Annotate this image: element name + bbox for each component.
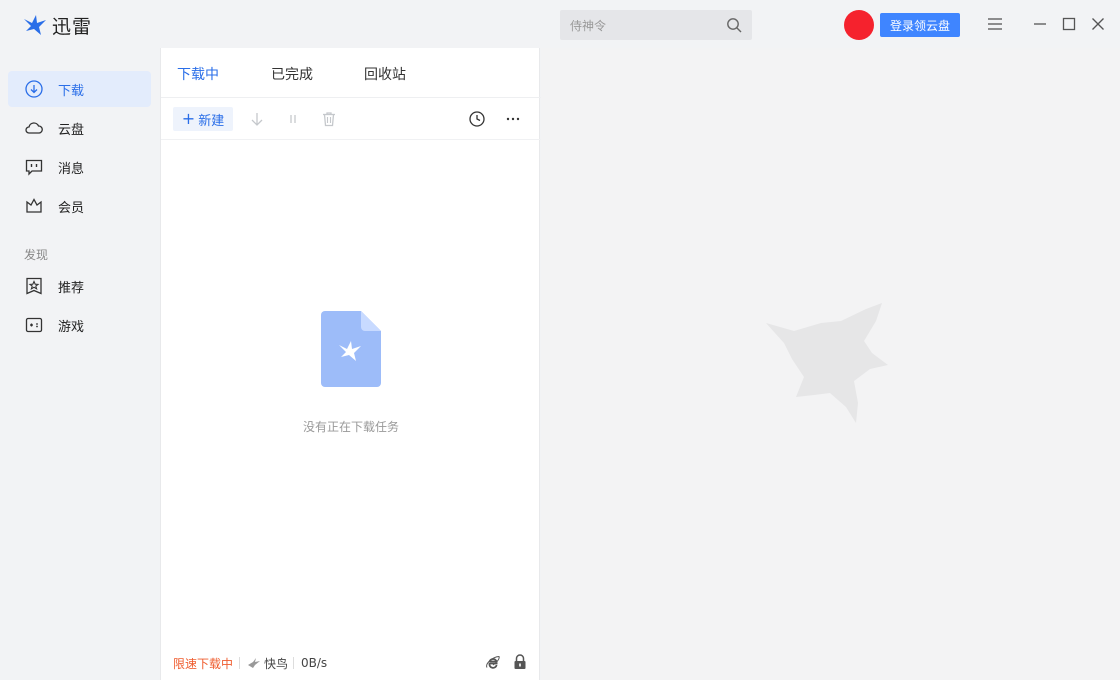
trash-icon[interactable] xyxy=(321,111,337,127)
sidebar-item-label: 下载 xyxy=(58,83,85,99)
pause-button[interactable] xyxy=(283,109,303,129)
maximize-button[interactable] xyxy=(1059,14,1079,34)
star-icon xyxy=(26,277,42,295)
crown-icon xyxy=(26,198,42,213)
maximize-icon[interactable] xyxy=(1062,17,1076,31)
status-bar: 限速下载中 快鸟 0B/s xyxy=(161,650,541,676)
lock-icon[interactable] xyxy=(513,654,527,670)
tab-downloading[interactable]: 下载中 xyxy=(177,64,219,84)
tab-bar: 下载中 已完成 回收站 xyxy=(161,48,541,98)
app-title: 迅雷 xyxy=(52,15,93,38)
sidebar-item-label: 推荐 xyxy=(58,280,85,296)
more-dots-icon[interactable] xyxy=(505,111,521,127)
close-icon[interactable] xyxy=(1091,17,1105,31)
gamepad-icon xyxy=(25,317,43,333)
sidebar: 下载 云盘 消息 会员 发现 推荐 游戏 xyxy=(0,48,160,680)
delete-button[interactable] xyxy=(319,109,339,129)
kuainiao-label: 快鸟 xyxy=(264,656,289,671)
search-input[interactable]: 侍神令 xyxy=(570,17,726,34)
sidebar-item-recommend[interactable]: 推荐 xyxy=(8,268,151,304)
minimize-icon[interactable] xyxy=(1033,17,1047,31)
cloud-icon xyxy=(25,122,43,134)
start-button[interactable] xyxy=(247,109,267,129)
app-logo: 迅雷 xyxy=(22,12,92,38)
empty-file-icon xyxy=(321,311,381,387)
kuainiao-button[interactable]: 快鸟 xyxy=(247,655,288,672)
clock-icon[interactable] xyxy=(468,110,486,128)
sidebar-item-messages[interactable]: 消息 xyxy=(8,149,151,185)
download-speed: 0B/s xyxy=(301,656,328,670)
divider xyxy=(239,657,240,669)
login-button[interactable]: 登录领云盘 xyxy=(880,13,960,37)
sidebar-item-cloud[interactable]: 云盘 xyxy=(8,110,151,146)
new-task-label: 新建 xyxy=(198,113,225,129)
browser-ie-button[interactable] xyxy=(484,653,502,671)
history-button[interactable] xyxy=(467,109,487,129)
sidebar-item-games[interactable]: 游戏 xyxy=(8,307,151,343)
arrow-down-icon[interactable] xyxy=(249,111,265,127)
title-bar: 迅雷 侍神令 登录领云盘 xyxy=(0,0,1120,48)
ie-browser-icon[interactable] xyxy=(485,654,501,670)
sidebar-item-download[interactable]: 下载 xyxy=(8,71,151,107)
download-icon xyxy=(25,80,43,98)
message-icon xyxy=(25,159,43,176)
more-button[interactable] xyxy=(503,109,523,129)
xunlei-bird-icon xyxy=(24,15,46,35)
sidebar-item-vip[interactable]: 会员 xyxy=(8,188,151,224)
tab-completed[interactable]: 已完成 xyxy=(271,64,313,84)
plus-icon: + xyxy=(181,109,196,128)
kuainiao-bird-icon xyxy=(248,658,260,668)
menu-button[interactable] xyxy=(985,14,1005,34)
bird-watermark-icon xyxy=(766,303,888,423)
lock-button[interactable] xyxy=(511,653,529,671)
minimize-button[interactable] xyxy=(1030,14,1050,34)
divider xyxy=(293,657,294,669)
detail-pane xyxy=(541,48,1120,680)
avatar[interactable] xyxy=(844,10,874,40)
sidebar-item-label: 会员 xyxy=(58,200,85,216)
sidebar-item-label: 游戏 xyxy=(58,319,85,335)
discover-section-label: 发现 xyxy=(24,248,49,262)
empty-message: 没有正在下载任务 xyxy=(302,420,399,434)
toolbar: + 新建 xyxy=(161,98,541,140)
new-task-button[interactable]: + 新建 xyxy=(173,107,233,131)
tab-recycle-bin[interactable]: 回收站 xyxy=(364,64,406,84)
sidebar-item-label: 消息 xyxy=(58,161,85,177)
download-panel: 下载中 已完成 回收站 + 新建 没有正在下载任务 限速下载中 快鸟 0B/s xyxy=(160,48,541,680)
close-button[interactable] xyxy=(1088,14,1108,34)
speed-limit-status[interactable]: 限速下载中 xyxy=(173,655,233,672)
sidebar-item-label: 云盘 xyxy=(58,122,85,138)
hamburger-menu-icon[interactable] xyxy=(987,17,1003,31)
search-box[interactable]: 侍神令 xyxy=(560,10,752,40)
pause-icon[interactable] xyxy=(285,111,301,127)
search-icon[interactable] xyxy=(726,17,742,33)
